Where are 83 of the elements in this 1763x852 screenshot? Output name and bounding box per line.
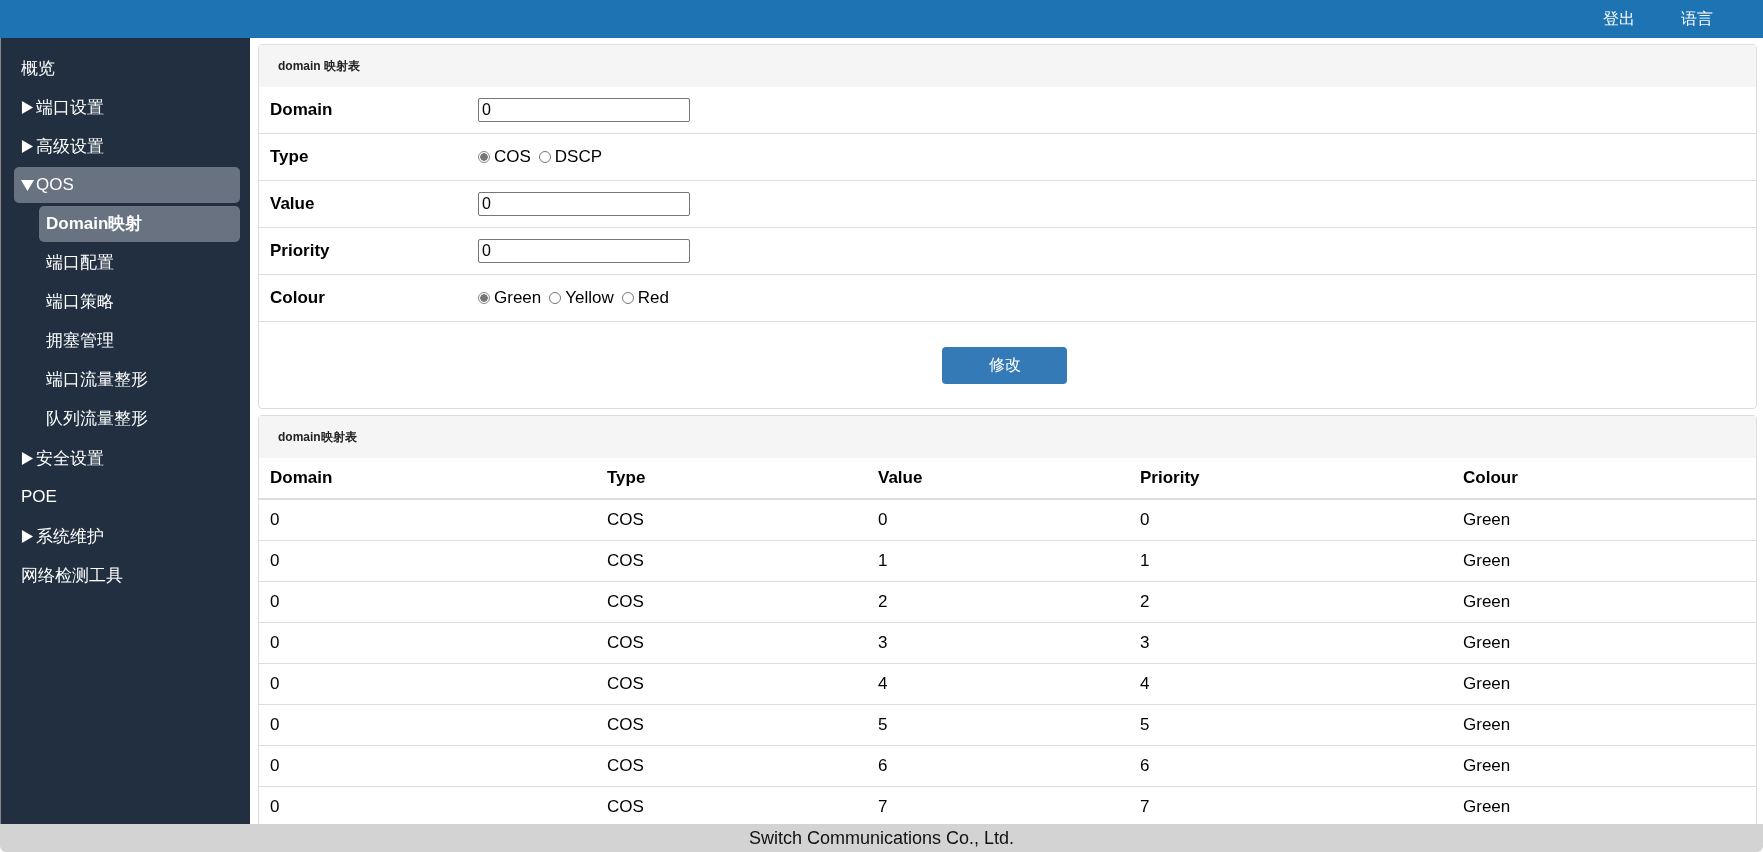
table-cell: 6	[867, 745, 1129, 787]
column-header: Value	[867, 458, 1129, 499]
sidebar-item[interactable]: 系统维护	[14, 518, 240, 554]
table-cell: 0	[1129, 499, 1452, 541]
table-cell: 0	[259, 663, 596, 705]
table-cell: COS	[596, 622, 867, 664]
table-cell: COS	[596, 745, 867, 787]
field-label: Priority	[269, 241, 331, 261]
field-label: Value	[269, 194, 316, 214]
field-label: Domain	[269, 100, 334, 120]
table-cell: Green	[1452, 663, 1756, 705]
caret-right-icon	[21, 451, 34, 465]
table-cell: 1	[1129, 540, 1452, 582]
footer-text: Switch Communications Co., Ltd.	[748, 827, 1015, 849]
radio-label[interactable]: COS	[494, 147, 531, 167]
radio-label[interactable]: Yellow	[565, 288, 614, 308]
table-cell: COS	[596, 663, 867, 705]
radio-label[interactable]: Red	[637, 288, 669, 308]
table-cell: 5	[1129, 704, 1452, 746]
sidebar-subitem[interactable]: 端口流量整形	[39, 362, 240, 398]
sidebar-item[interactable]: 概览	[14, 50, 240, 86]
header-link[interactable]: 登出	[1603, 8, 1635, 30]
sidebar-subitem[interactable]: 拥塞管理	[39, 323, 240, 359]
table-cell: Green	[1452, 499, 1756, 541]
input-field[interactable]: 0	[478, 98, 690, 122]
sidebar-item[interactable]: POE	[14, 479, 240, 515]
table-cell: Green	[1452, 540, 1756, 582]
modify-button[interactable]: 修改	[942, 346, 1067, 384]
sidebar-subitem[interactable]: 端口策略	[39, 284, 240, 320]
table-cell: 2	[1129, 581, 1452, 623]
table-cell: 4	[1129, 663, 1452, 705]
column-header: Priority	[1129, 458, 1452, 499]
table-cell: Green	[1452, 581, 1756, 623]
table-cell: 2	[867, 581, 1129, 623]
table-cell: 0	[259, 622, 596, 664]
radio-button[interactable]	[478, 151, 490, 163]
radio-button[interactable]	[538, 151, 551, 163]
table-cell: 1	[867, 540, 1129, 582]
table-cell: 0	[259, 540, 596, 582]
radio-label[interactable]: DSCP	[554, 147, 603, 167]
caret-right-icon	[21, 139, 34, 153]
table-cell: COS	[596, 499, 867, 541]
sidebar-item[interactable]: 端口设置	[14, 89, 240, 125]
sidebar-subitem[interactable]: 队列流量整形	[39, 401, 240, 437]
panel-title: domain 映射表	[259, 45, 1756, 87]
sidebar-item[interactable]: 网络检测工具	[14, 557, 240, 593]
sidebar-item[interactable]: QOS	[14, 167, 240, 203]
column-header: Type	[596, 458, 867, 499]
radio-label[interactable]: Green	[494, 288, 542, 308]
table-cell: 4	[867, 663, 1129, 705]
sidebar-subitem[interactable]: 端口配置	[39, 245, 240, 281]
sidebar-subitem[interactable]: Domain映射	[39, 206, 240, 242]
column-header: Colour	[1452, 458, 1756, 499]
header-link[interactable]: 语言	[1681, 8, 1713, 30]
caret-right-icon	[21, 529, 34, 543]
table-cell: Green	[1452, 745, 1756, 787]
table-cell: COS	[596, 704, 867, 746]
column-header: Domain	[259, 458, 596, 499]
table-cell: COS	[596, 581, 867, 623]
table-cell: 0	[259, 745, 596, 787]
table-cell: 0	[867, 499, 1129, 541]
table-cell: COS	[596, 540, 867, 582]
radio-button[interactable]	[478, 292, 490, 304]
radio-button[interactable]	[621, 292, 634, 304]
sidebar-item[interactable]: 高级设置	[14, 128, 240, 164]
table-cell: 0	[259, 499, 596, 541]
table-cell: 3	[1129, 622, 1452, 664]
radio-button[interactable]	[549, 292, 562, 304]
table-cell: 0	[259, 704, 596, 746]
caret-down-icon	[21, 178, 34, 192]
table-cell: 0	[259, 581, 596, 623]
table-cell: Green	[1452, 622, 1756, 664]
table-cell: Green	[1452, 704, 1756, 746]
field-label: Colour	[269, 288, 326, 308]
input-field[interactable]: 0	[478, 192, 690, 216]
caret-right-icon	[21, 100, 34, 114]
sidebar-item[interactable]: 安全设置	[14, 440, 240, 476]
input-field[interactable]: 0	[478, 239, 690, 263]
table-cell: 6	[1129, 745, 1452, 787]
panel-title: domain映射表	[259, 416, 1756, 458]
field-label: Type	[269, 147, 310, 167]
table-cell: 3	[867, 622, 1129, 664]
table-cell: 5	[867, 704, 1129, 746]
